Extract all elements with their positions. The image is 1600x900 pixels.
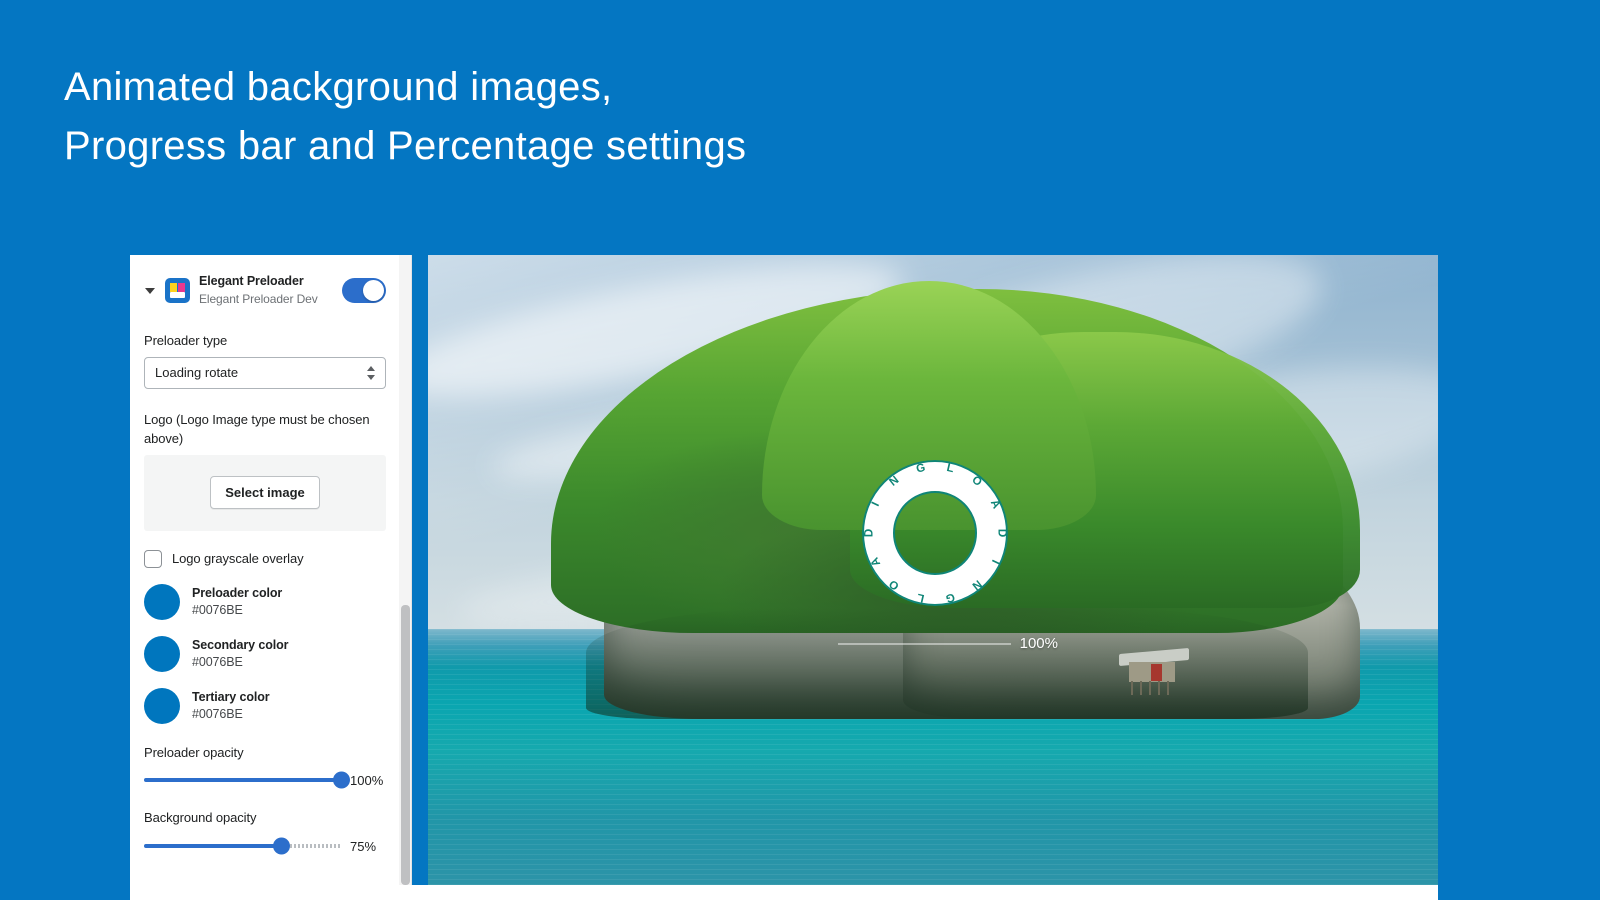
background-opacity-block: Background opacity 75% xyxy=(144,809,386,855)
preloader-opacity-label: Preloader opacity xyxy=(144,744,244,760)
logo-dropzone[interactable]: Select image xyxy=(144,454,386,531)
tertiary-color-hex: #0076BE xyxy=(192,706,243,721)
color-row-preloader[interactable]: Preloader color #0076BE xyxy=(144,583,386,620)
select-image-button[interactable]: Select image xyxy=(210,476,320,510)
secondary-color-hex: #0076BE xyxy=(192,654,243,669)
preloader-type-label: Preloader type xyxy=(144,333,228,348)
background-opacity-label: Background opacity xyxy=(144,810,257,826)
preloader-opacity-slider[interactable] xyxy=(144,771,350,789)
select-arrows-icon xyxy=(367,365,376,381)
toggle-knob xyxy=(363,279,384,301)
preloader-settings-screenshot: Elegant Preloader Elegant Preloader Dev … xyxy=(130,255,1438,900)
settings-panel: Elegant Preloader Elegant Preloader Dev … xyxy=(130,255,412,885)
preloader-opacity-value: 100% xyxy=(350,772,384,788)
page-title: Animated background images, Progress bar… xyxy=(64,65,747,169)
progress-percentage-label: 100% xyxy=(1019,635,1058,652)
preloader-color-hex: #0076BE xyxy=(192,602,243,617)
color-row-secondary[interactable]: Secondary color #0076BE xyxy=(144,635,386,672)
progress-bar: 100% xyxy=(838,635,1058,652)
background-opacity-fill xyxy=(144,844,282,849)
panel-right-edge xyxy=(411,255,412,885)
panel-scrollbar-thumb[interactable] xyxy=(401,605,410,885)
preview-background-image: LOADINGLOADING 100% xyxy=(428,255,1438,900)
background-opacity-thumb[interactable] xyxy=(273,837,291,855)
logo-label: Logo (Logo Image type must be chosen abo… xyxy=(144,411,370,446)
logo-grayscale-checkbox[interactable] xyxy=(144,549,162,568)
preloader-color-name: Preloader color xyxy=(192,585,283,600)
app-enable-toggle[interactable] xyxy=(342,277,386,303)
app-developer: Elegant Preloader Dev xyxy=(199,292,318,306)
color-row-tertiary[interactable]: Tertiary color #0076BE xyxy=(144,687,386,724)
secondary-color-swatch[interactable] xyxy=(144,635,180,672)
tertiary-color-name: Tertiary color xyxy=(192,689,270,704)
preloader-opacity-thumb[interactable] xyxy=(332,771,350,789)
tertiary-color-text: Tertiary color #0076BE xyxy=(192,689,270,723)
preloader-type-select[interactable]: Loading rotate xyxy=(144,356,386,389)
app-header-row[interactable]: Elegant Preloader Elegant Preloader Dev xyxy=(144,269,386,310)
background-opacity-value: 75% xyxy=(350,838,377,854)
loading-spinner: LOADINGLOADING xyxy=(862,460,1008,606)
secondary-color-name: Secondary color xyxy=(192,637,289,652)
logo-grayscale-row[interactable]: Logo grayscale overlay xyxy=(144,549,386,568)
stilt-house xyxy=(1119,647,1189,695)
preloader-opacity-fill xyxy=(144,778,341,783)
secondary-color-text: Secondary color #0076BE xyxy=(192,637,289,671)
preloader-opacity-block: Preloader opacity 100% xyxy=(144,744,386,790)
logo-grayscale-label: Logo grayscale overlay xyxy=(172,551,304,567)
background-opacity-rest xyxy=(281,844,341,849)
screenshot-bottom-edge xyxy=(130,885,1438,900)
app-name: Elegant Preloader xyxy=(199,274,304,288)
tertiary-color-swatch[interactable] xyxy=(144,687,180,724)
preloader-type-value: Loading rotate xyxy=(155,365,239,381)
loading-ring-text: LOADINGLOADING xyxy=(862,460,1008,606)
preloader-color-text: Preloader color #0076BE xyxy=(192,585,282,619)
app-identity: Elegant Preloader Elegant Preloader Dev xyxy=(199,272,333,308)
chevron-down-icon[interactable] xyxy=(144,284,156,296)
elegant-preloader-app-icon xyxy=(165,277,190,303)
progress-track xyxy=(838,642,1011,645)
preloader-color-swatch[interactable] xyxy=(144,583,180,620)
background-opacity-slider[interactable] xyxy=(144,837,341,855)
